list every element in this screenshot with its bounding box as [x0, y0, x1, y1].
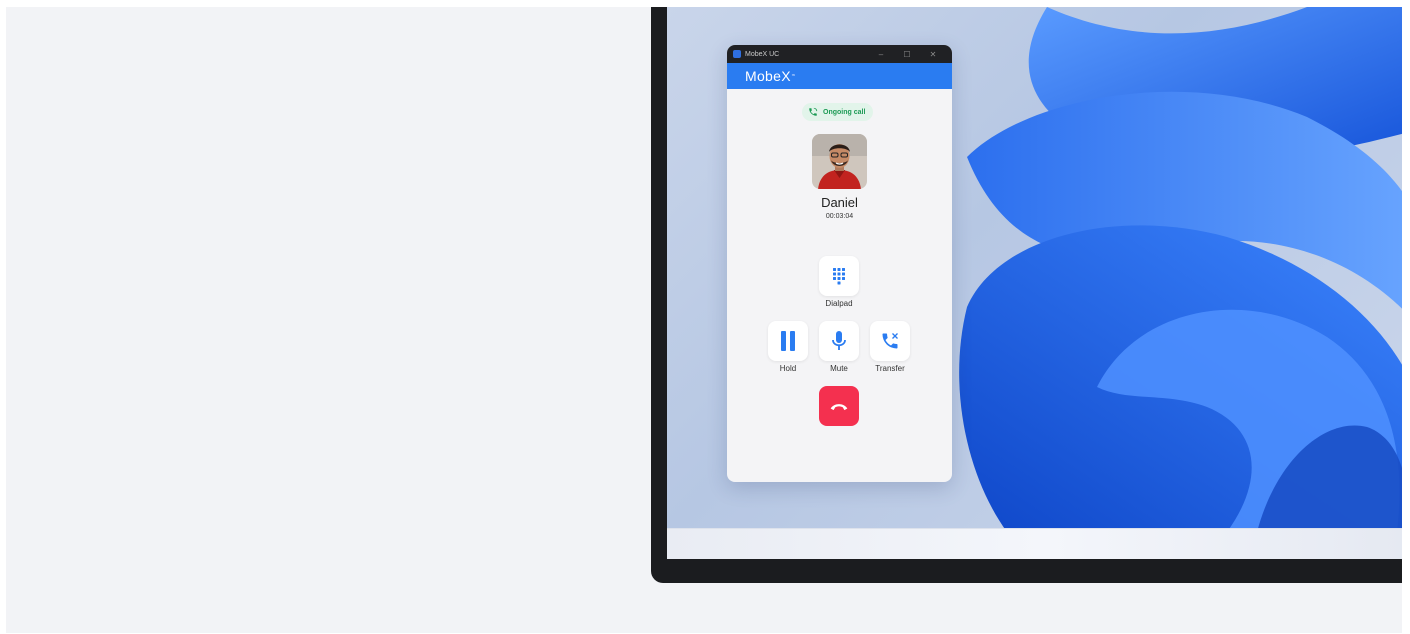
dialpad-button[interactable]	[819, 256, 859, 296]
mute-button[interactable]	[819, 321, 859, 361]
transfer-label: Transfer	[875, 364, 905, 373]
dialpad-icon	[833, 268, 845, 285]
end-call-button[interactable]	[819, 386, 859, 426]
mobex-app-window: MobeX UC – ☐ ✕ MobeX ≈ Ongoing call Dani…	[727, 45, 952, 482]
contact-avatar	[812, 134, 867, 189]
page-background	[6, 7, 1402, 633]
window-title: MobeX UC	[745, 50, 780, 58]
microphone-icon	[832, 331, 846, 350]
pause-icon	[781, 331, 795, 351]
app-logo-icon	[733, 50, 741, 58]
avatar-photo	[812, 134, 867, 189]
phone-icon	[809, 107, 818, 116]
hold-button[interactable]	[768, 321, 808, 361]
call-status-text: Ongoing call	[823, 108, 866, 116]
transfer-button[interactable]	[870, 321, 910, 361]
phone-transfer-icon	[882, 333, 898, 349]
contact-name: Daniel	[821, 195, 858, 210]
minimize-button[interactable]: –	[868, 50, 894, 59]
window-titlebar: MobeX UC – ☐ ✕	[727, 45, 952, 63]
close-button[interactable]: ✕	[920, 50, 946, 59]
hang-up-icon	[830, 404, 848, 411]
call-status-badge: Ongoing call	[802, 103, 874, 121]
brand-logo-mark: ≈	[791, 73, 796, 79]
brand-header: MobeX ≈	[727, 63, 952, 89]
maximize-button[interactable]: ☐	[894, 50, 920, 59]
call-duration: 00:03:04	[825, 213, 854, 220]
brand-logo-text: MobeX	[745, 68, 791, 84]
dialpad-label: Dialpad	[825, 299, 853, 308]
taskbar	[667, 528, 1402, 559]
